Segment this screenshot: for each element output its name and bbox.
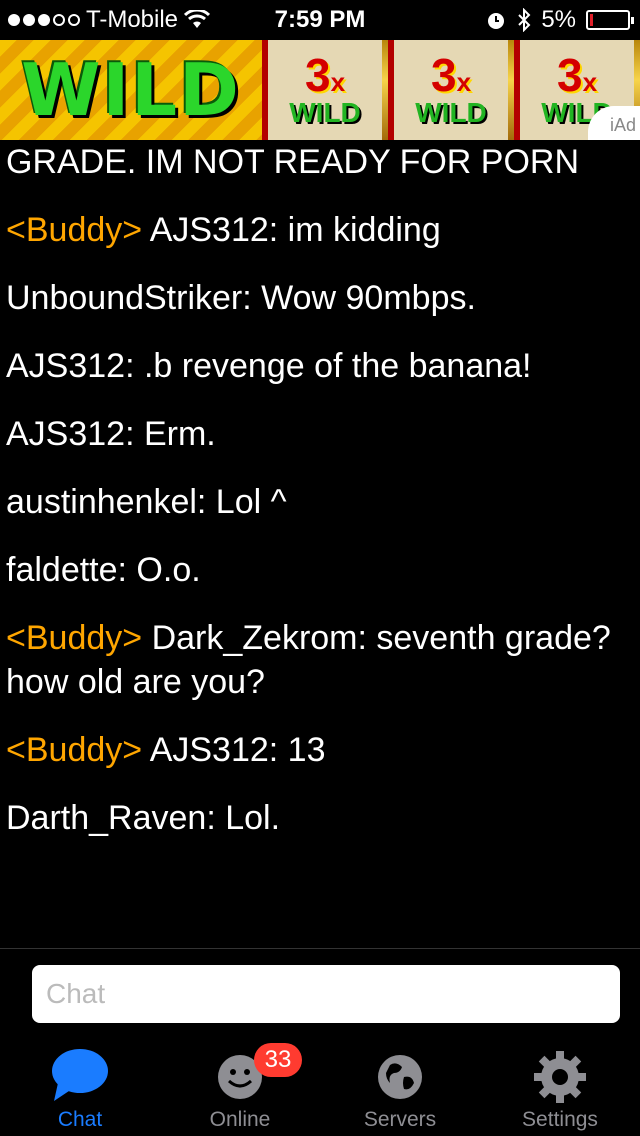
chat-message: faldette: O.o. xyxy=(6,551,201,589)
chat-log[interactable]: GRADE. IM NOT READY FOR PORN <Buddy> AJS… xyxy=(0,140,640,948)
chat-message: AJS312: Erm. xyxy=(6,415,216,453)
chat-message: <Buddy> Dark_Zekrom: seventh grade? how … xyxy=(6,619,611,701)
chat-message: UnboundStriker: Wow 90mbps. xyxy=(6,279,476,317)
tab-label: Chat xyxy=(57,1108,103,1131)
chat-input[interactable] xyxy=(32,965,620,1023)
alarm-icon xyxy=(488,13,505,29)
bluetooth-icon xyxy=(518,8,531,32)
chat-message: GRADE. IM NOT READY FOR PORN xyxy=(6,143,580,181)
status-bar: T-Mobile 7:59 PM 5% xyxy=(0,0,640,40)
ad-tile: 3x WILD xyxy=(262,40,382,140)
chat-input-bar xyxy=(0,949,640,1035)
ad-wild-text: WILD xyxy=(0,40,262,140)
chat-bubble-icon xyxy=(52,1049,108,1101)
tab-settings[interactable]: Settings xyxy=(480,1035,640,1136)
tab-label: Servers xyxy=(363,1108,437,1131)
status-right: 5% xyxy=(485,6,634,34)
chat-message: austinhenkel: Lol ^ xyxy=(6,483,287,521)
battery-percent: 5% xyxy=(541,6,576,33)
tab-chat[interactable]: Chat xyxy=(0,1035,160,1136)
ad-banner[interactable]: WILD 3x WILD 3x WILD 3x WILD iAd xyxy=(0,40,640,140)
tab-bar: Chat 33 Online Servers Settings xyxy=(0,1035,640,1136)
online-count-badge: 33 xyxy=(254,1043,302,1077)
buddy-tag: <Buddy> xyxy=(6,731,143,769)
chat-message: AJS312: .b revenge of the banana! xyxy=(6,347,532,385)
tab-label: Online xyxy=(209,1108,271,1131)
chat-message: <Buddy> AJS312: 13 xyxy=(6,731,326,769)
gear-icon xyxy=(534,1051,586,1103)
buddy-tag: <Buddy> xyxy=(6,211,143,249)
ad-tile: 3x WILD xyxy=(388,40,508,140)
globe-icon xyxy=(378,1055,422,1099)
tab-online[interactable]: 33 Online xyxy=(160,1035,320,1136)
buddy-tag: <Buddy> xyxy=(6,619,143,657)
chat-message: <Buddy> AJS312: im kidding xyxy=(6,211,441,249)
tab-servers[interactable]: Servers xyxy=(320,1035,480,1136)
battery-icon xyxy=(586,10,634,30)
tab-label: Settings xyxy=(522,1108,598,1131)
chat-message: Darth_Raven: Lol. xyxy=(6,799,281,837)
